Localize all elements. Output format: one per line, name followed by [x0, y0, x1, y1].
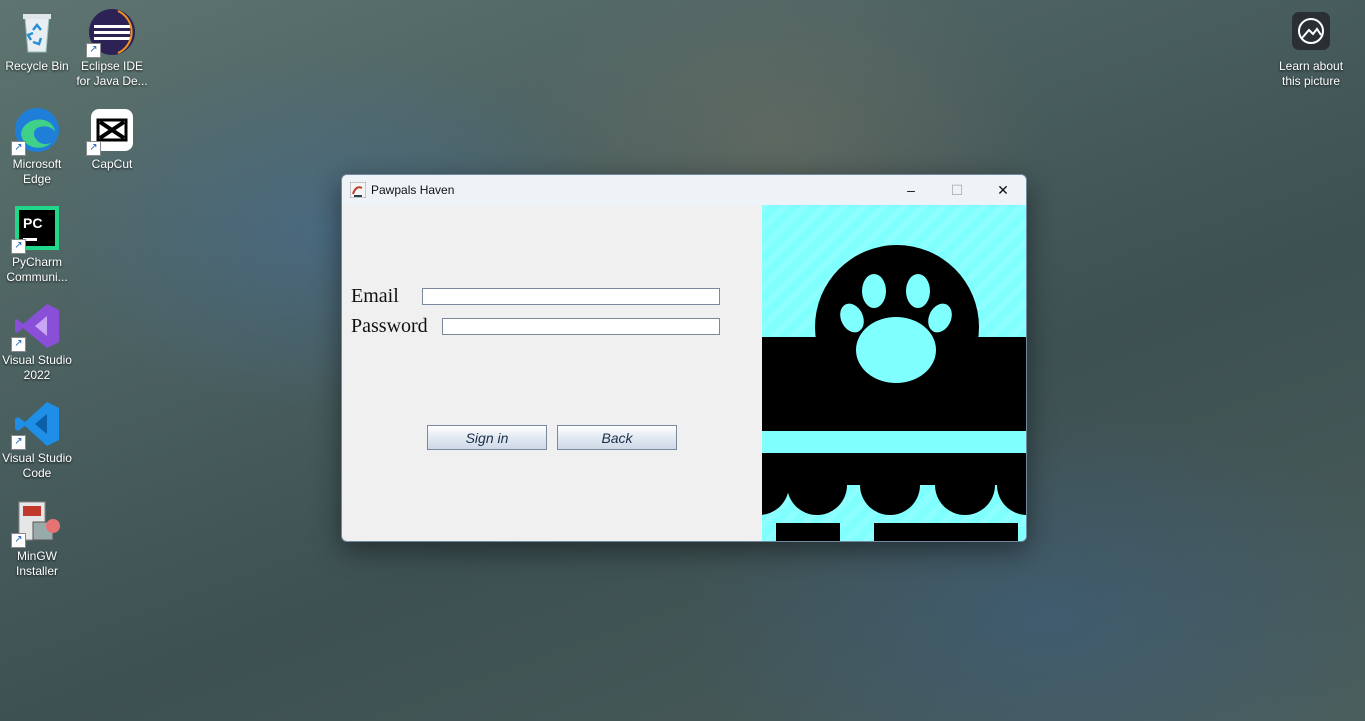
email-label: Email [351, 285, 399, 307]
desktop-icon-label: CapCut [91, 157, 133, 171]
password-label: Password [351, 315, 428, 337]
app-window: Pawpals Haven – ☐ ✕ Email Password Sign … [341, 174, 1027, 542]
java-app-icon [350, 182, 366, 198]
back-label: Back [601, 429, 633, 446]
svg-text:PC: PC [23, 215, 42, 231]
password-input[interactable] [443, 320, 719, 336]
desktop-icon-label: MinGW Installer [15, 549, 59, 578]
desktop-icon-visual-studio[interactable]: ↗ Visual Studio 2022 [0, 302, 75, 383]
learn-about-picture-icon [1287, 8, 1335, 56]
desktop-icon-pycharm[interactable]: PC ↗ PyCharm Communi... [0, 204, 75, 285]
desktop-icon-learn-about-picture[interactable]: Learn about this picture [1273, 8, 1349, 89]
mingw-installer-icon: ↗ [11, 498, 61, 548]
pycharm-icon: PC ↗ [11, 204, 61, 254]
login-panel: Email Password Sign in Back [342, 205, 1026, 541]
password-field[interactable] [442, 318, 720, 336]
shortcut-arrow-icon: ↗ [86, 141, 101, 156]
capcut-icon: ↗ [86, 106, 136, 156]
minimize-icon: – [907, 182, 915, 198]
shortcut-arrow-icon: ↗ [11, 435, 26, 450]
recycle-bin-icon [13, 8, 61, 56]
sign-in-label: Sign in [465, 429, 509, 446]
desktop-icon-label: Visual Studio 2022 [2, 353, 72, 382]
eclipse-icon: ↗ [86, 8, 136, 58]
shortcut-arrow-icon: ↗ [11, 141, 26, 156]
maximize-button[interactable]: ☐ [934, 175, 980, 205]
desktop-icon-edge[interactable]: ↗ Microsoft Edge [0, 106, 75, 187]
desktop-icon-capcut[interactable]: ↗ CapCut [74, 106, 150, 172]
title-bar[interactable]: Pawpals Haven – ☐ ✕ [342, 175, 1026, 205]
visual-studio-icon: ↗ [11, 302, 61, 352]
shortcut-arrow-icon: ↗ [11, 239, 26, 254]
desktop-icon-label: Recycle Bin [5, 59, 69, 73]
shortcut-arrow-icon: ↗ [11, 337, 26, 352]
sign-in-button[interactable]: Sign in [427, 425, 547, 450]
pawpals-logo-image [762, 205, 1026, 541]
edge-icon: ↗ [11, 106, 61, 156]
desktop-icon-eclipse[interactable]: ↗ Eclipse IDE for Java De... [74, 8, 150, 89]
desktop-icon-label: Visual Studio Code [2, 451, 72, 480]
minimize-button[interactable]: – [888, 175, 934, 205]
desktop-icon-label: PyCharm Communi... [6, 255, 68, 284]
desktop-icon-label: Learn about this picture [1278, 59, 1344, 88]
shortcut-arrow-icon: ↗ [11, 533, 26, 548]
window-title: Pawpals Haven [371, 183, 455, 197]
desktop-icon-vscode[interactable]: ↗ Visual Studio Code [0, 400, 75, 481]
shortcut-arrow-icon: ↗ [86, 43, 101, 58]
desktop-icon-mingw[interactable]: ↗ MinGW Installer [0, 498, 75, 579]
email-input[interactable] [423, 290, 719, 306]
vscode-icon: ↗ [11, 400, 61, 450]
desktop-icon-label: Eclipse IDE for Java De... [76, 59, 148, 88]
email-field[interactable] [422, 288, 720, 306]
back-button[interactable]: Back [557, 425, 677, 450]
maximize-icon: ☐ [950, 181, 964, 198]
close-icon: ✕ [997, 181, 1009, 198]
desktop-icon-label: Microsoft Edge [12, 157, 62, 186]
close-button[interactable]: ✕ [980, 175, 1026, 205]
desktop-icon-recycle-bin[interactable]: Recycle Bin [0, 8, 75, 74]
